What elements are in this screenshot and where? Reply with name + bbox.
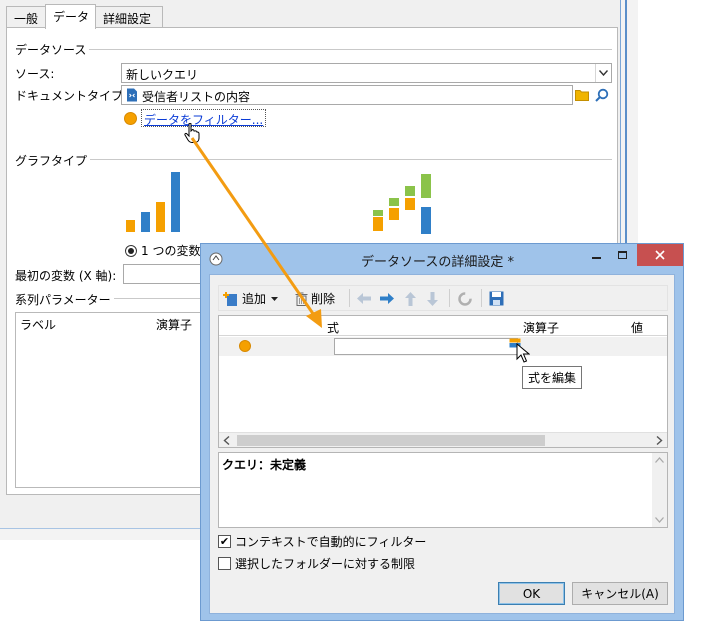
toolbar-separator [349, 289, 350, 307]
add-button[interactable]: 追加 [223, 290, 279, 307]
delete-label: 削除 [311, 292, 336, 306]
charttype-group-title: グラフタイプ [15, 152, 91, 169]
filter-data-link[interactable]: データをフィルター... [144, 113, 263, 127]
toolbar: 追加 削除 [218, 285, 668, 311]
document-icon [127, 88, 137, 102]
minimize-button[interactable] [583, 244, 609, 266]
query-preview: クエリ：未定義 [218, 452, 668, 528]
ok-button[interactable]: OK [498, 582, 565, 605]
checkbox-checked-icon[interactable]: ✔ [218, 535, 231, 548]
cancel-button[interactable]: キャンセル(A) [572, 582, 668, 605]
mouse-cursor-icon [516, 343, 530, 363]
datasource-group-title: データソース [15, 41, 90, 58]
datasource-advanced-dialog: データソースの詳細設定 * 追加 削除 式 演算子 値 式を編集 クエリ：未定義… [200, 243, 684, 621]
edit-expression-tooltip: 式を編集 [522, 366, 583, 389]
single-variable-chart-icon[interactable] [123, 172, 189, 238]
expression-input[interactable] [334, 338, 518, 355]
chevron-down-icon[interactable] [595, 64, 611, 82]
delete-button[interactable]: 削除 [295, 290, 335, 307]
col-value[interactable]: 値 [631, 319, 643, 336]
col-operator[interactable]: 演算子 [523, 319, 559, 336]
arrow-down-icon[interactable] [426, 291, 439, 307]
query-text: クエリ：未定義 [222, 458, 307, 472]
condition-status-icon [239, 340, 251, 352]
group-divider [67, 159, 612, 160]
close-icon [655, 250, 665, 260]
single-variable-label: 1 つの変数 [141, 244, 201, 258]
scroll-right-icon[interactable] [656, 436, 663, 445]
single-variable-radio[interactable]: 1 つの変数 [125, 242, 200, 259]
app-icon [209, 252, 223, 266]
vertical-scrollbar[interactable] [652, 453, 667, 527]
hand-cursor-icon [184, 123, 200, 143]
source-value: 新しいクエリ [126, 68, 199, 82]
source-combo[interactable]: 新しいクエリ [121, 63, 612, 83]
add-label: 追加 [242, 292, 267, 306]
dialog-title: データソースの詳細設定 * [361, 255, 514, 270]
arrow-up-icon[interactable] [404, 291, 417, 307]
scroll-down-icon[interactable] [655, 517, 664, 523]
filter-data-link-box[interactable]: データをフィルター... [141, 109, 267, 127]
search-icon[interactable] [595, 88, 609, 102]
add-icon [223, 291, 237, 306]
auto-filter-checkbox[interactable]: ✔ コンテキストで自動的にフィルター [218, 533, 426, 550]
group-divider [67, 49, 612, 50]
series-table: ラベル 演算子 [15, 312, 205, 488]
save-icon[interactable] [489, 291, 504, 306]
folder-restriction-label: 選択したフォルダーに対する制限 [235, 557, 416, 571]
scrollbar-thumb[interactable] [237, 435, 545, 446]
doctype-value: 受信者リストの内容 [142, 90, 251, 104]
dialog-body: 追加 削除 式 演算子 値 式を編集 クエリ：未定義 ✔ コンテキストで自動的に… [209, 274, 675, 614]
toolbar-separator [481, 289, 482, 307]
filter-status-icon [124, 112, 137, 125]
col-expression[interactable]: 式 [327, 319, 339, 336]
table-row[interactable] [219, 337, 667, 363]
doctype-field[interactable]: 受信者リストの内容 [121, 85, 573, 105]
checkbox-icon[interactable] [218, 557, 231, 570]
grid-header: 式 演算子 値 [219, 316, 667, 336]
toolbar-separator [449, 289, 450, 307]
close-button[interactable] [637, 244, 683, 266]
scroll-up-icon[interactable] [655, 457, 664, 463]
arrow-left-icon[interactable] [356, 292, 372, 305]
first-variable-label: 最初の変数 (X 軸): [15, 269, 117, 283]
folder-icon[interactable] [575, 89, 589, 101]
refresh-icon[interactable] [457, 291, 473, 307]
condition-grid: 式 演算子 値 式を編集 [218, 315, 668, 448]
multi-variable-chart-icon[interactable] [371, 174, 441, 244]
series-col-operator[interactable]: 演算子 [156, 316, 192, 333]
doctype-label: ドキュメントタイプ: [15, 89, 128, 103]
scroll-left-icon[interactable] [223, 436, 230, 445]
source-label: ソース: [15, 67, 55, 81]
radio-selected-icon[interactable] [125, 244, 137, 257]
maximize-button[interactable] [609, 244, 635, 266]
folder-restriction-checkbox[interactable]: 選択したフォルダーに対する制限 [218, 555, 415, 572]
dropdown-arrow-icon[interactable] [271, 296, 279, 301]
tab-data[interactable]: データ [45, 4, 96, 29]
auto-filter-label: コンテキストで自動的にフィルター [235, 535, 427, 549]
minimize-icon [591, 257, 601, 259]
series-col-label[interactable]: ラベル [20, 316, 56, 333]
tab-general[interactable]: 一般 [6, 6, 46, 28]
series-group-title: 系列パラメーター [15, 291, 114, 308]
arrow-right-icon[interactable] [379, 292, 395, 305]
tab-advanced[interactable]: 詳細設定 [95, 6, 163, 28]
horizontal-scrollbar[interactable] [219, 432, 667, 447]
maximize-icon [617, 251, 627, 259]
trash-icon [295, 292, 308, 306]
dialog-title-bar[interactable]: データソースの詳細設定 * [201, 244, 683, 274]
